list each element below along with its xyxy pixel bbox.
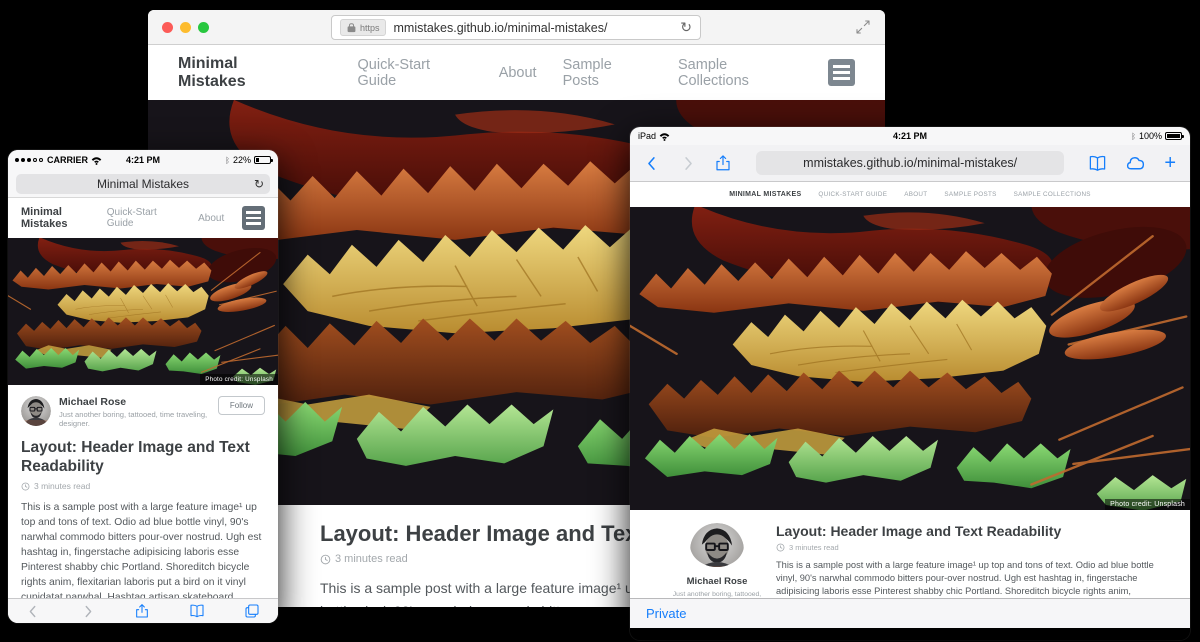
zoom-window-button[interactable]	[198, 22, 209, 33]
photo-credit-badge: Photo credit: Unsplash	[1105, 499, 1190, 510]
url-text: mmistakes.github.io/minimal-mistakes/	[394, 21, 681, 35]
private-browsing-bar: Private	[630, 598, 1190, 628]
battery-icon	[1165, 132, 1182, 140]
avatar	[21, 396, 51, 426]
share-button[interactable]	[134, 603, 150, 619]
author-bio: Just another boring, tattooed,	[673, 591, 761, 598]
ipad-device: iPad 4:21 PM ᛒ 100% mmistakes.github.io/…	[630, 127, 1190, 640]
icloud-tabs-button[interactable]	[1125, 153, 1146, 174]
address-bar[interactable]: https mmistakes.github.io/minimal-mistak…	[331, 15, 701, 40]
read-time-label: 3 minutes read	[789, 543, 839, 552]
site-brand-link[interactable]: Minimal Mistakes	[178, 55, 310, 91]
hamburger-menu-button[interactable]	[828, 59, 855, 86]
follow-button[interactable]: Follow	[218, 396, 265, 415]
read-time-label: 3 minutes read	[335, 553, 408, 565]
site-navigation: Minimal Mistakes Quick-Start Guide About	[8, 198, 278, 238]
reload-icon[interactable]: ↻	[254, 177, 264, 191]
tabs-button[interactable]	[244, 603, 260, 619]
new-tab-button[interactable]: +	[1164, 153, 1176, 173]
address-bar[interactable]: mmistakes.github.io/minimal-mistakes/	[756, 151, 1064, 175]
back-button[interactable]	[26, 604, 41, 619]
author-row: Michael Rose Just another boring, tattoo…	[21, 396, 265, 428]
https-badge: https	[340, 19, 386, 36]
forward-button[interactable]	[80, 604, 95, 619]
clock-icon	[320, 554, 331, 565]
leaves-photo	[8, 238, 278, 385]
nav-item-sample-collections[interactable]: SAMPLE COLLECTIONS	[1014, 191, 1091, 198]
read-time-meta: 3 minutes read	[21, 481, 265, 491]
leaves-photo	[630, 207, 1190, 510]
private-button[interactable]: Private	[646, 606, 686, 621]
nav-item-quick-start-guide[interactable]: Quick-Start Guide	[107, 207, 182, 229]
reload-icon[interactable]: ↻	[680, 20, 692, 36]
hamburger-menu-button[interactable]	[242, 206, 265, 230]
nav-item-about[interactable]: About	[499, 65, 537, 81]
browser-chrome-bar: https mmistakes.github.io/minimal-mistak…	[148, 10, 885, 45]
nav-item-sample-collections[interactable]: Sample Collections	[678, 57, 802, 89]
author-name: Michael Rose	[687, 576, 748, 587]
device-bottom-edge	[630, 628, 1190, 640]
ipad-status-bar: iPad 4:21 PM ᛒ 100%	[630, 127, 1190, 145]
post-article: Michael Rose Just another boring, tattoo…	[8, 385, 278, 598]
post-body-paragraph: This is a sample post with a large featu…	[21, 500, 265, 598]
author-bio: Just another boring, tattooed, time trav…	[59, 410, 218, 428]
site-brand-link[interactable]: MINIMAL MISTAKES	[729, 191, 801, 198]
photo-credit-badge: Photo credit: Unsplash	[200, 374, 278, 385]
https-label: https	[360, 23, 380, 33]
close-window-button[interactable]	[162, 22, 173, 33]
address-bar[interactable]: Minimal Mistakes ↻	[16, 174, 270, 194]
status-time: 4:21 PM	[630, 131, 1190, 141]
site-navigation: MINIMAL MISTAKES QUICK-START GUIDE ABOUT…	[630, 182, 1190, 207]
nav-item-about[interactable]: ABOUT	[904, 191, 927, 198]
post-article: Michael Rose Just another boring, tattoo…	[630, 510, 1190, 598]
safari-toolbar: mmistakes.github.io/minimal-mistakes/ +	[630, 145, 1190, 182]
forward-button[interactable]	[679, 155, 696, 172]
minimize-window-button[interactable]	[180, 22, 191, 33]
iphone-status-bar: CARRIER 4:21 PM ᛒ 22%	[8, 150, 278, 170]
fullscreen-icon[interactable]	[855, 19, 871, 40]
share-button[interactable]	[714, 154, 732, 172]
battery-icon	[254, 156, 271, 164]
bookmarks-button[interactable]	[189, 603, 205, 619]
read-time-label: 3 minutes read	[34, 481, 90, 491]
nav-item-quick-start-guide[interactable]: Quick-Start Guide	[358, 57, 473, 89]
nav-item-sample-posts[interactable]: SAMPLE POSTS	[944, 191, 996, 198]
avatar	[690, 523, 744, 567]
author-name: Michael Rose	[59, 396, 218, 408]
status-time: 4:21 PM	[8, 155, 278, 165]
back-button[interactable]	[644, 155, 661, 172]
site-navigation: Minimal Mistakes Quick-Start Guide About…	[148, 45, 885, 100]
read-time-meta: 3 minutes read	[776, 543, 1170, 552]
safari-url-row: Minimal Mistakes ↻	[8, 170, 278, 198]
safari-bottom-toolbar	[8, 598, 278, 623]
url-text: mmistakes.github.io/minimal-mistakes/	[803, 156, 1017, 170]
post-body-paragraph: This is a sample post with a large featu…	[776, 559, 1170, 598]
bookmarks-button[interactable]	[1088, 154, 1107, 173]
nav-item-about[interactable]: About	[198, 213, 224, 224]
post-title: Layout: Header Image and Text Readabilit…	[776, 523, 1170, 539]
post-main-column: Layout: Header Image and Text Readabilit…	[776, 523, 1170, 598]
post-title: Layout: Header Image and Text Readabilit…	[21, 439, 265, 476]
clock-icon	[776, 543, 785, 552]
clock-icon	[21, 482, 30, 491]
header-image: Photo credit: Unsplash	[630, 207, 1190, 510]
header-image: Photo credit: Unsplash	[8, 238, 278, 385]
iphone-device: CARRIER 4:21 PM ᛒ 22% Minimal Mistakes ↻…	[8, 150, 278, 623]
nav-item-sample-posts[interactable]: Sample Posts	[563, 57, 652, 89]
lock-icon	[346, 22, 357, 33]
author-sidebar: Michael Rose Just another boring, tattoo…	[658, 523, 776, 598]
nav-item-quick-start-guide[interactable]: QUICK-START GUIDE	[818, 191, 887, 198]
page-title-text: Minimal Mistakes	[97, 177, 189, 191]
site-brand-link[interactable]: Minimal Mistakes	[21, 206, 107, 230]
